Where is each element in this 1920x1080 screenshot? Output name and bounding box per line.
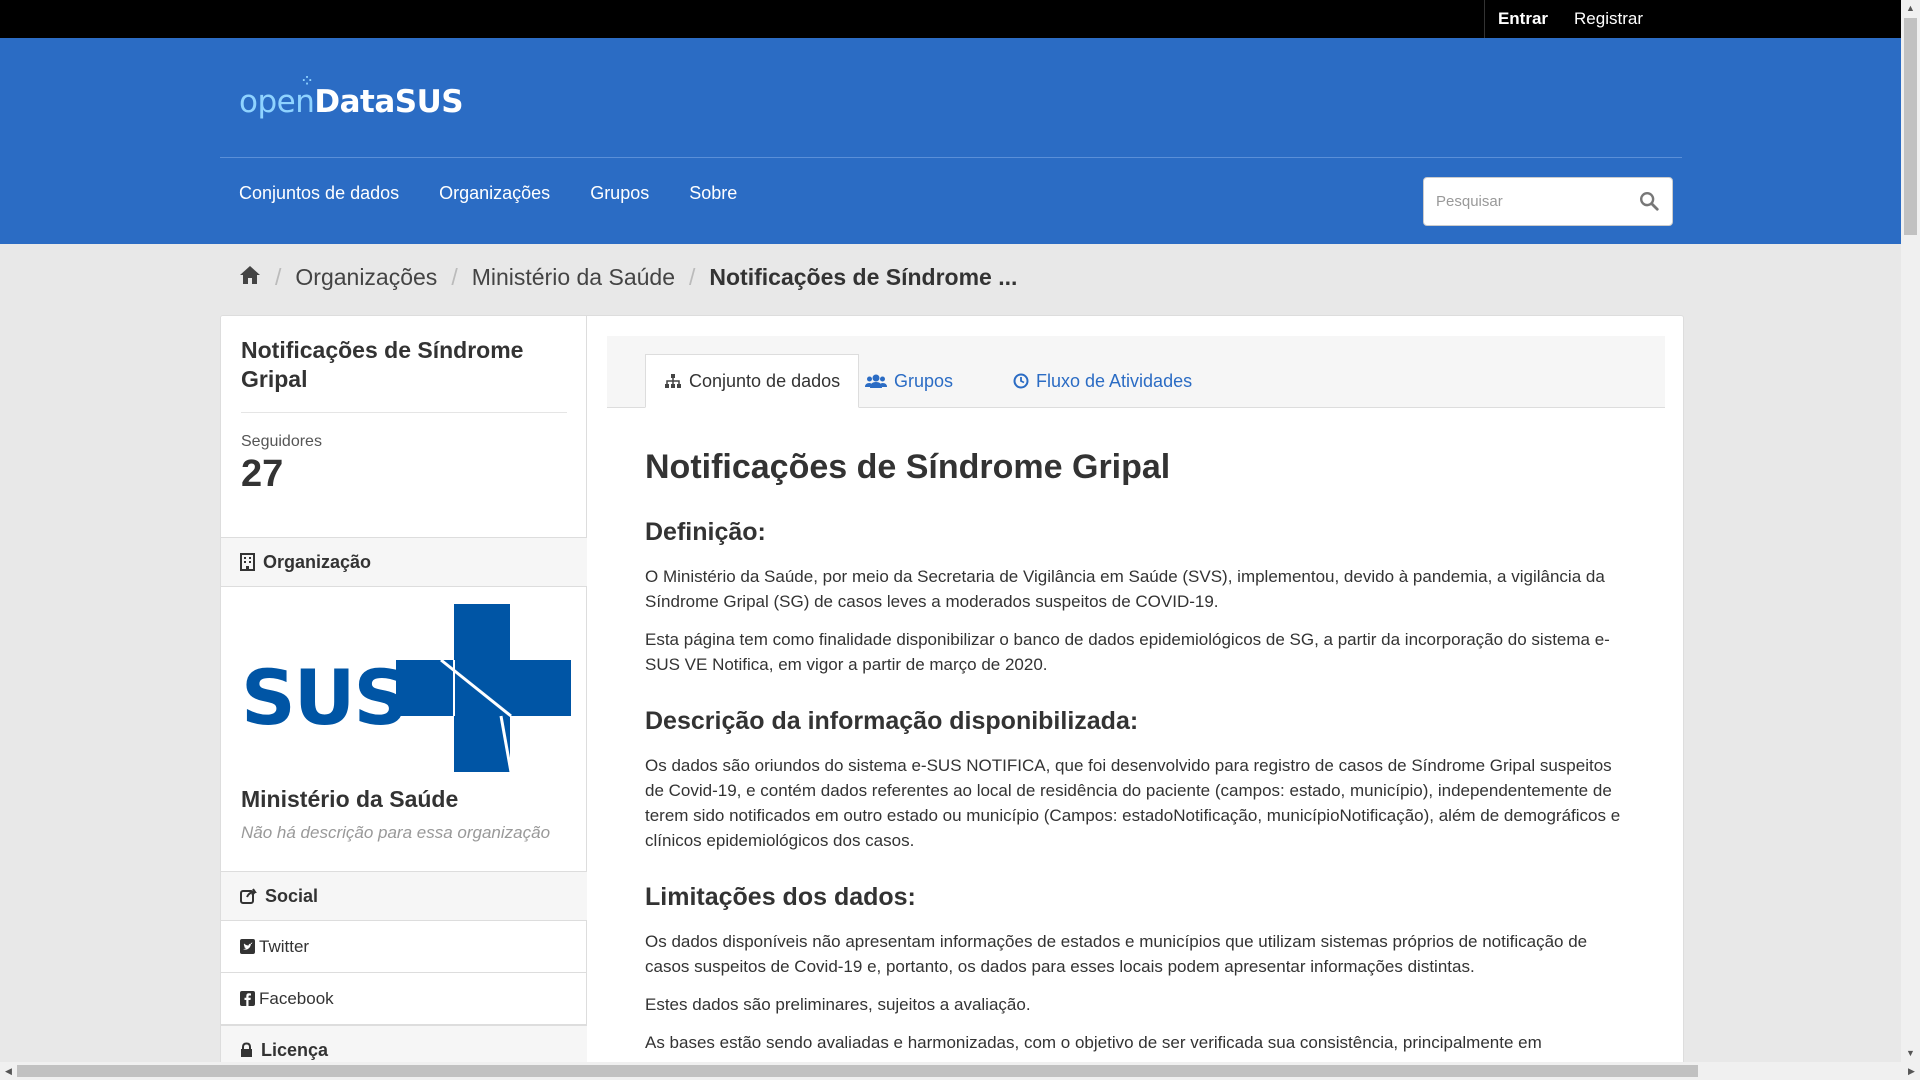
nav-item-groups[interactable]: Grupos bbox=[590, 183, 649, 204]
logo-dots-icon: ⁘ bbox=[302, 74, 312, 88]
organization-name[interactable]: Ministério da Saúde bbox=[241, 786, 458, 813]
organization-logo-text: SUS bbox=[241, 653, 406, 742]
twitter-icon bbox=[240, 939, 255, 954]
masthead: openDataSUS ⁘ Conjuntos de dados Organiz… bbox=[0, 38, 1901, 244]
breadcrumb-current[interactable]: Notificações de Síndrome ... bbox=[709, 264, 1017, 291]
paragraph: O Ministério da Saúde, por meio da Secre… bbox=[645, 567, 1605, 611]
social-heading: Social bbox=[221, 871, 587, 921]
vertical-scrollbar[interactable]: ▲ ▼ bbox=[1901, 0, 1920, 1062]
logo-open-text: open bbox=[239, 84, 315, 120]
paragraph: Estes dados são preliminares, sujeitos a… bbox=[645, 995, 1031, 1014]
followers-label: Seguidores bbox=[241, 433, 322, 450]
breadcrumb-separator: / bbox=[689, 264, 696, 290]
paragraph: Os dados disponíveis não apresentam info… bbox=[645, 932, 1588, 976]
tab-groups-label: Grupos bbox=[894, 370, 954, 391]
breadcrumb: / Organizações / Ministério da Saúde / N… bbox=[239, 264, 1017, 291]
scroll-right-icon[interactable]: ▶ bbox=[1903, 1062, 1920, 1080]
twitter-label: Twitter bbox=[259, 936, 310, 956]
search-box bbox=[1423, 177, 1673, 226]
scroll-up-icon[interactable]: ▲ bbox=[1901, 0, 1920, 17]
breadcrumb-separator: / bbox=[275, 264, 282, 290]
users-icon bbox=[865, 374, 887, 388]
organization-logo[interactable]: SUS bbox=[241, 604, 571, 773]
organization-heading: Organização bbox=[221, 537, 587, 587]
login-link[interactable]: Entrar bbox=[1483, 0, 1561, 38]
nav-item-datasets[interactable]: Conjuntos de dados bbox=[239, 183, 399, 204]
scroll-down-icon[interactable]: ▼ bbox=[1901, 1045, 1920, 1062]
tab-groups[interactable]: Grupos bbox=[847, 354, 971, 408]
nav-item-about[interactable]: Sobre bbox=[689, 183, 737, 204]
organization-description: Não há descrição para essa organização bbox=[241, 823, 551, 842]
paragraph: Os dados são oriundos do sistema e-SUS N… bbox=[645, 756, 1621, 850]
tabs-bar: Conjunto de dados Grupos Fluxo de Ativid… bbox=[607, 336, 1665, 408]
license-heading: Licença bbox=[221, 1025, 587, 1064]
tab-dataset-label: Conjunto de dados bbox=[689, 370, 841, 391]
nav-item-organizations[interactable]: Organizações bbox=[439, 183, 550, 204]
search-icon bbox=[1640, 192, 1659, 211]
social-heading-label: Social bbox=[265, 886, 319, 906]
facebook-link[interactable]: Facebook bbox=[221, 973, 587, 1025]
main-wrapper: Notificações de Síndrome Gripal Seguidor… bbox=[220, 315, 1684, 1065]
clock-icon bbox=[1013, 373, 1029, 389]
organization-heading-label: Organização bbox=[263, 552, 372, 572]
home-link[interactable] bbox=[239, 264, 261, 291]
vertical-scroll-thumb[interactable] bbox=[1904, 18, 1917, 235]
tab-activity-stream[interactable]: Fluxo de Atividades bbox=[995, 354, 1210, 408]
paragraph: Esta página tem como finalidade disponib… bbox=[645, 630, 1610, 674]
facebook-label: Facebook bbox=[259, 988, 334, 1008]
horizontal-scrollbar[interactable]: ◀ ▶ bbox=[0, 1062, 1920, 1080]
heading-definicao: Definição: bbox=[645, 518, 766, 546]
heading-descricao: Descrição da informação disponibilizada: bbox=[645, 707, 1139, 735]
share-icon bbox=[240, 888, 257, 904]
register-link[interactable]: Registrar bbox=[1561, 0, 1656, 38]
paragraph: As bases estão sendo avaliadas e harmoni… bbox=[645, 1033, 1542, 1052]
dataset-content: Conjunto de dados Grupos Fluxo de Ativid… bbox=[607, 336, 1665, 1064]
breadcrumb-separator: / bbox=[451, 264, 458, 290]
search-input[interactable] bbox=[1436, 178, 1626, 225]
horizontal-scroll-thumb[interactable] bbox=[17, 1065, 1698, 1077]
tab-activity-label: Fluxo de Atividades bbox=[1036, 370, 1193, 391]
home-icon bbox=[240, 266, 260, 284]
account-links: Entrar Registrar bbox=[1483, 0, 1656, 38]
followers-count: 27 bbox=[241, 453, 284, 495]
lock-icon bbox=[241, 1042, 252, 1057]
heading-limitacoes: Limitações dos dados: bbox=[645, 883, 916, 911]
building-icon bbox=[240, 553, 255, 571]
scroll-left-icon[interactable]: ◀ bbox=[0, 1062, 17, 1080]
breadcrumb-organizations[interactable]: Organizações bbox=[295, 264, 437, 291]
main-nav: Conjuntos de dados Organizações Grupos S… bbox=[239, 183, 777, 204]
account-bar: Entrar Registrar bbox=[0, 0, 1901, 38]
dataset-description: Notificações de Síndrome Gripal Definiçã… bbox=[645, 448, 1625, 1064]
twitter-link[interactable]: Twitter bbox=[221, 921, 587, 973]
sidebar: Notificações de Síndrome Gripal Seguidor… bbox=[221, 316, 587, 1064]
masthead-divider bbox=[220, 157, 1682, 158]
sidebar-divider bbox=[241, 412, 567, 413]
breadcrumb-ministerio[interactable]: Ministério da Saúde bbox=[472, 264, 675, 291]
article-title: Notificações de Síndrome Gripal bbox=[645, 448, 1171, 486]
sitemap-icon bbox=[665, 374, 681, 388]
tab-dataset[interactable]: Conjunto de dados bbox=[645, 354, 860, 408]
site-logo[interactable]: openDataSUS ⁘ bbox=[239, 74, 464, 120]
dataset-title: Notificações de Síndrome Gripal bbox=[241, 337, 524, 392]
logo-data-text: DataSUS bbox=[314, 84, 464, 120]
facebook-icon bbox=[240, 991, 255, 1006]
search-button[interactable] bbox=[1638, 190, 1662, 214]
license-heading-label: Licença bbox=[261, 1040, 329, 1060]
